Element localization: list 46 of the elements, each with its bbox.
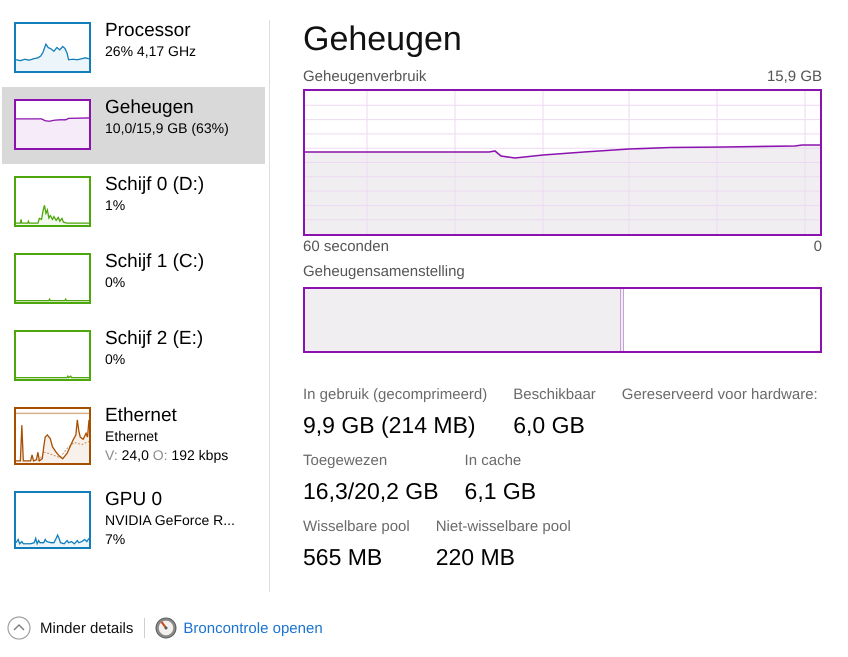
stat-value: 6,0 GB [513,411,585,439]
sidebar-item[interactable]: Ethernet Ethernet V: 24,0 O: 192 kbps [2,395,265,479]
panel-title: Geheugen [303,19,463,59]
sidebar-item[interactable]: Geheugen 10,0/15,9 GB (63%) [2,87,265,164]
stat-label: Gereserveerd voor hardware: [622,386,818,404]
item-title: Processor [105,20,191,42]
stat-label: Wisselbare pool [303,518,410,536]
item-subtitle: 0% [105,350,126,369]
stat-value: 16,3/20,2 GB [303,477,439,505]
chart-title: Geheugenverbruik [303,68,426,86]
item-subtitle: NVIDIA GeForce R... [105,511,235,530]
stat-value: 565 MB [303,543,382,571]
stat-value: 220 MB [436,543,515,571]
sidebar-item[interactable]: Schijf 2 (E:) 0% [2,318,265,395]
item-subtitle: Ethernet [105,427,158,446]
chart-max-label: 15,9 GB [766,68,822,86]
item-title: Geheugen [105,97,194,119]
stat-label: Beschikbaar [513,386,596,404]
composition-title: Geheugensamenstelling [303,263,466,281]
sidebar-item[interactable]: Schijf 0 (D:) 1% [2,164,265,241]
item-subtitle: 10,0/15,9 GB (63%) [105,119,229,138]
throughput-text: V: 24,0 O: 192 kbps [105,446,228,465]
resource-monitor-link[interactable]: Broncontrole openen [155,617,323,639]
item-title: Schijf 1 (C:) [105,251,204,273]
stat-label: Toegewezen [303,452,388,470]
time-end-label: 0 [814,238,822,256]
stat-value: 6,1 GB [464,477,536,505]
gauge-icon [155,617,178,639]
stat-value: 9,9 GB (214 MB) [303,411,476,439]
item-title: Ethernet [105,405,177,427]
item-title: Schijf 2 (E:) [105,328,204,350]
time-span-label: 60 seconden [303,238,389,256]
sidebar-item[interactable]: Processor 26% 4,17 GHz [2,10,265,87]
stat-label: In gebruik (gecomprimeerd) [303,386,488,404]
stat-label: Niet-wisselbare pool [436,518,571,536]
item-subtitle: 0% [105,273,126,292]
item-title: GPU 0 [105,489,162,511]
stat-label: In cache [464,452,522,470]
fewer-details-button[interactable]: Minder details [7,616,134,640]
item-subtitle: 1% [105,196,126,215]
sidebar-item[interactable]: Schijf 1 (C:) 0% [2,241,265,318]
item-subtitle: 26% 4,17 GHz [105,42,196,61]
chevron-up-icon [7,616,31,640]
sidebar-item[interactable]: GPU 0 NVIDIA GeForce R... 7% [2,479,265,563]
item-subtitle: 7% [105,530,126,549]
item-title: Schijf 0 (D:) [105,174,204,196]
